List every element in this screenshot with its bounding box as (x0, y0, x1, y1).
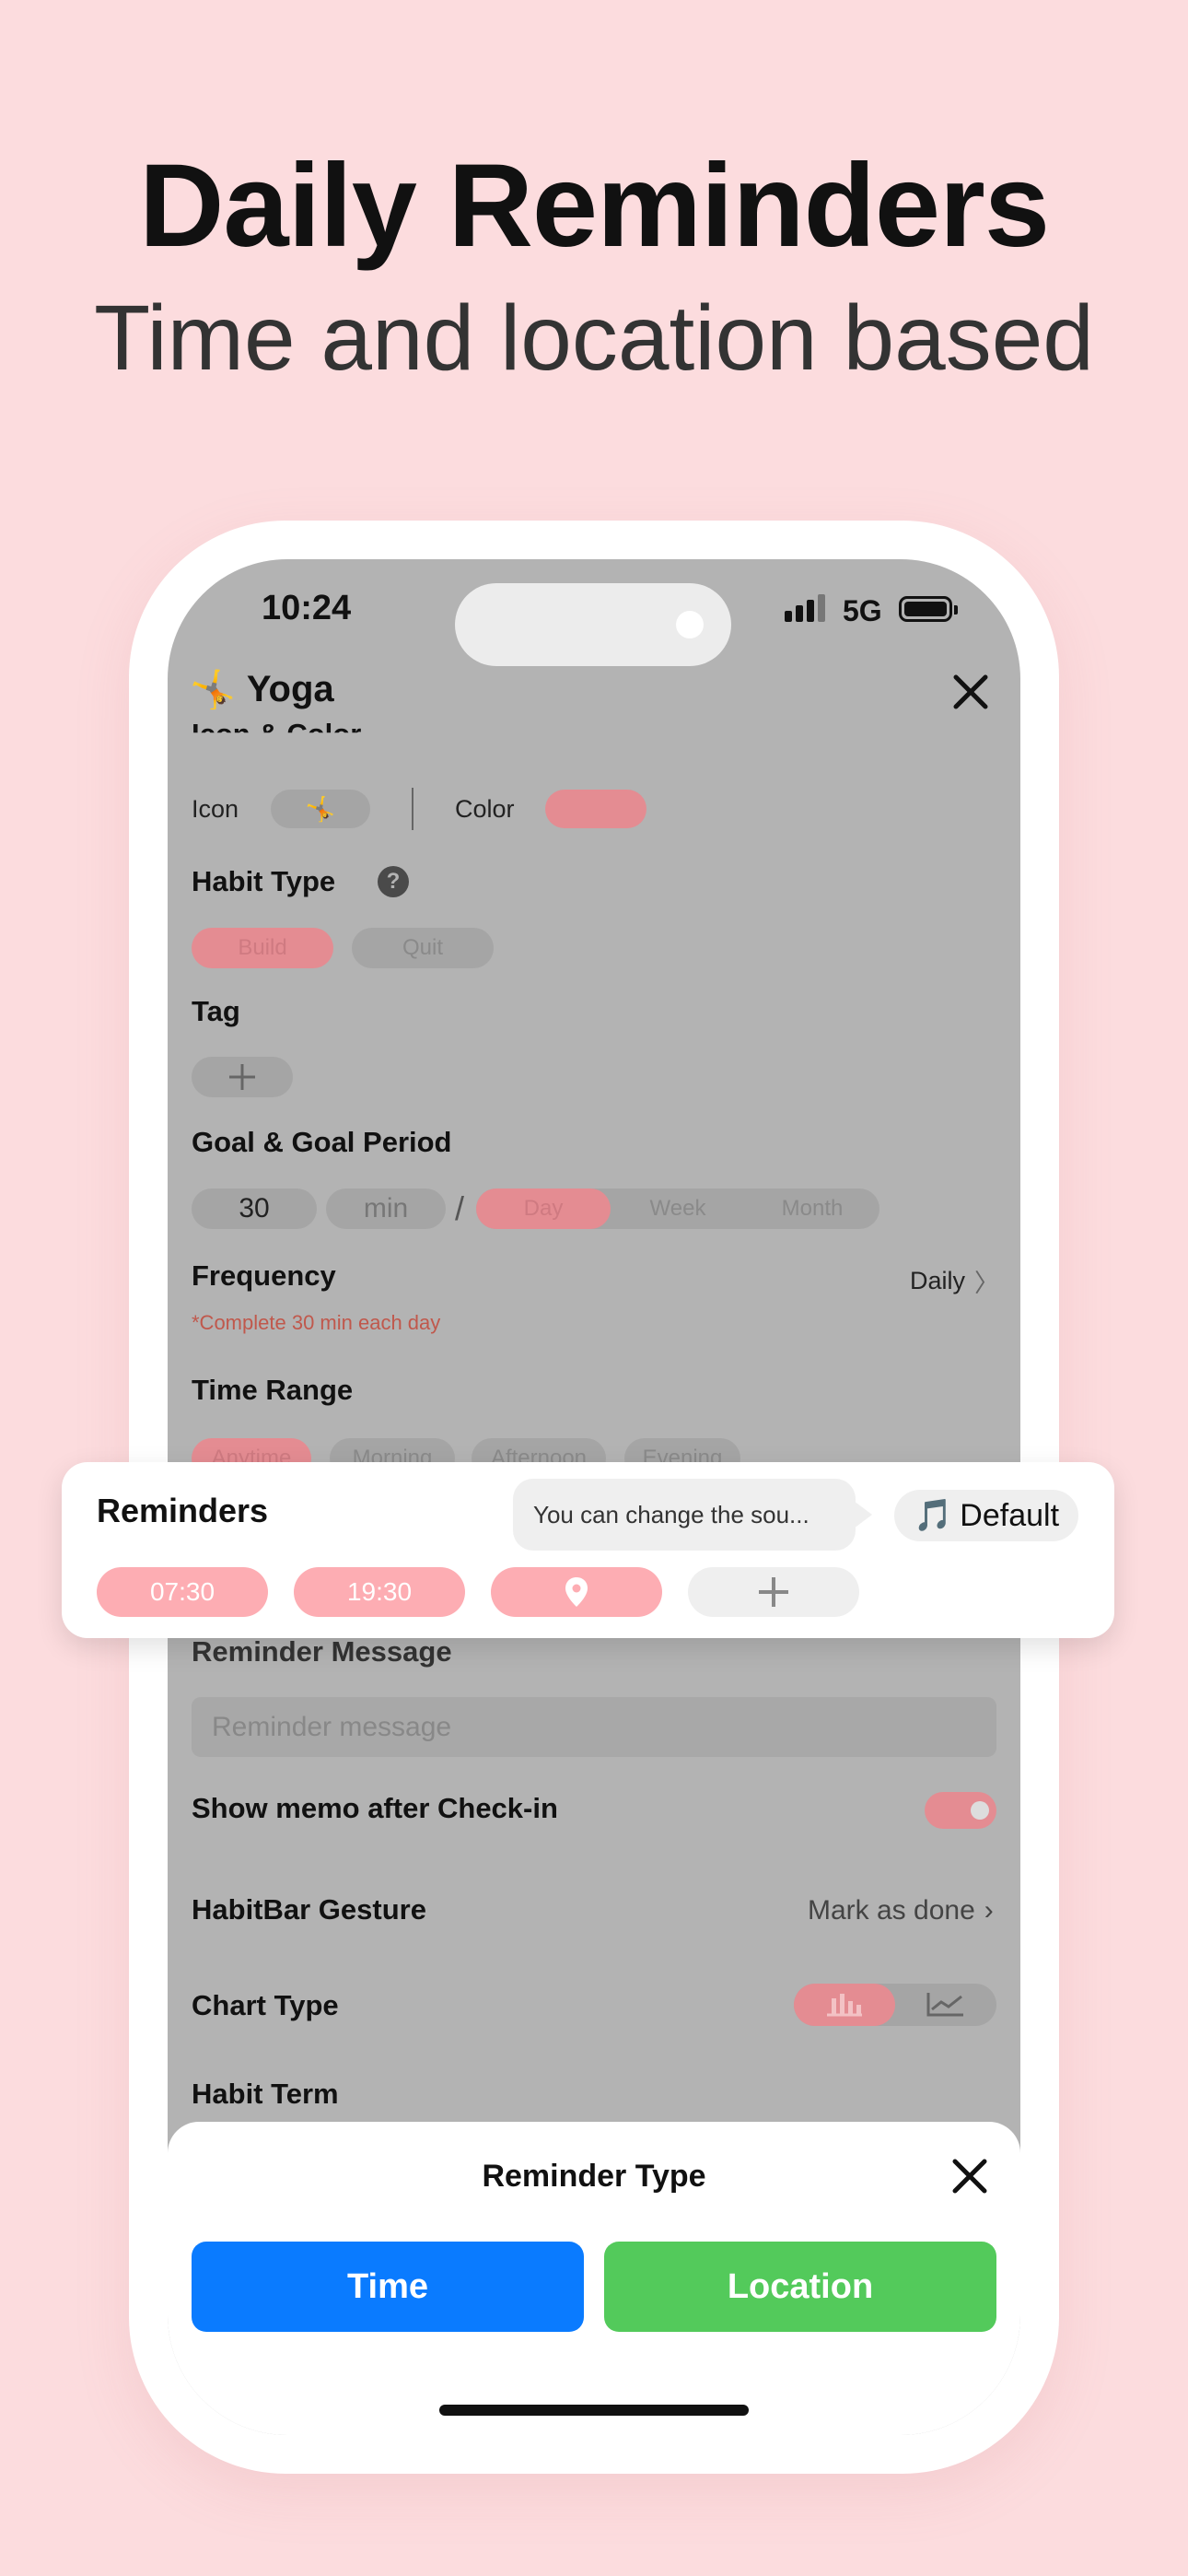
reminder-message-label: Reminder Message (192, 1635, 452, 1668)
chevron-right-icon: › (984, 1895, 994, 1926)
location-button[interactable]: Location (604, 2242, 996, 2332)
period-month[interactable]: Month (745, 1188, 879, 1229)
icon-picker[interactable]: 🤸 (271, 790, 370, 828)
show-memo-label: Show memo after Check-in (192, 1792, 558, 1824)
headline-subtitle: Time and location based (94, 287, 1094, 390)
help-icon[interactable]: ? (378, 866, 409, 897)
frequency-value: Daily (910, 1267, 966, 1294)
reminder-type-sheet: Reminder Type Time Location (168, 2122, 1020, 2435)
reminder-time-chip[interactable]: 19:30 (294, 1567, 465, 1617)
frequency-selector[interactable]: Daily 〉 (910, 1263, 999, 1299)
goal-value-field[interactable]: 30 (192, 1188, 317, 1229)
add-tag-button[interactable] (192, 1057, 293, 1097)
gesture-label: HabitBar Gesture (192, 1893, 426, 1926)
home-indicator[interactable] (439, 2405, 749, 2416)
habit-name: Yoga (246, 669, 334, 709)
period-week[interactable]: Week (611, 1188, 745, 1229)
time-range-label: Time Range (192, 1374, 354, 1406)
camera-dot (676, 611, 704, 638)
chart-type-label: Chart Type (192, 1989, 339, 2021)
divider (412, 788, 413, 830)
add-reminder-button[interactable] (688, 1567, 859, 1617)
icon-label: Icon (192, 795, 239, 823)
habit-type-quit[interactable]: Quit (352, 928, 494, 968)
reminders-card: Reminders You can change the sou... 🎵 De… (62, 1462, 1114, 1638)
bar-chart-option[interactable] (794, 1984, 895, 2026)
goal-unit-field[interactable]: min (326, 1188, 446, 1229)
battery-icon (899, 596, 958, 622)
line-chart-icon[interactable] (895, 1984, 996, 2026)
location-reminder-chip[interactable] (491, 1567, 662, 1617)
color-label: Color (455, 795, 515, 823)
reminder-message-input[interactable]: Reminder message (192, 1697, 996, 1757)
reminders-title: Reminders (97, 1492, 269, 1529)
reminder-time-chip[interactable]: 07:30 (97, 1567, 268, 1617)
show-memo-toggle[interactable] (925, 1792, 996, 1829)
habit-term-label: Habit Term (192, 2078, 339, 2110)
location-pin-icon (565, 1577, 588, 1607)
sound-selector[interactable]: 🎵 Default (894, 1490, 1078, 1541)
dynamic-island (455, 583, 731, 666)
chevron-right-icon: 〉 (974, 1270, 1000, 1297)
tag-label: Tag (192, 995, 240, 1027)
status-time: 10:24 (262, 589, 352, 627)
network-label: 5G (843, 594, 882, 627)
period-day[interactable]: Day (476, 1188, 611, 1229)
frequency-label: Frequency (192, 1259, 336, 1292)
habit-emoji-icon: 🤸 (190, 670, 236, 710)
gesture-selector[interactable]: Mark as done › (808, 1895, 994, 1926)
close-icon[interactable] (950, 672, 991, 712)
habit-type-build[interactable]: Build (192, 928, 333, 968)
time-button[interactable]: Time (192, 2242, 584, 2332)
section-icon-color: Icon & Color (192, 718, 362, 750)
frequency-note: *Complete 30 min each day (192, 1311, 441, 1334)
icon-emoji: 🤸 (305, 794, 336, 823)
music-note-icon: 🎵 (913, 1498, 953, 1533)
page-title: 🤸 Yoga (190, 668, 334, 711)
chart-type-toggle (794, 1984, 996, 2026)
color-picker[interactable] (545, 790, 646, 828)
plus-icon (759, 1577, 788, 1607)
gesture-value: Mark as done (808, 1895, 975, 1926)
habit-type-label: Habit Type (192, 865, 336, 897)
goal-label: Goal & Goal Period (192, 1126, 452, 1158)
close-icon[interactable] (950, 2157, 989, 2195)
headline-title: Daily Reminders (138, 140, 1050, 272)
sound-label: Default (960, 1497, 1060, 1533)
goal-slash: / (455, 1189, 465, 1227)
plus-icon (229, 1064, 255, 1090)
sound-tooltip: You can change the sou... (513, 1479, 872, 1551)
sheet-title: Reminder Type (482, 2159, 706, 2194)
bar-chart-icon (827, 1994, 862, 2017)
